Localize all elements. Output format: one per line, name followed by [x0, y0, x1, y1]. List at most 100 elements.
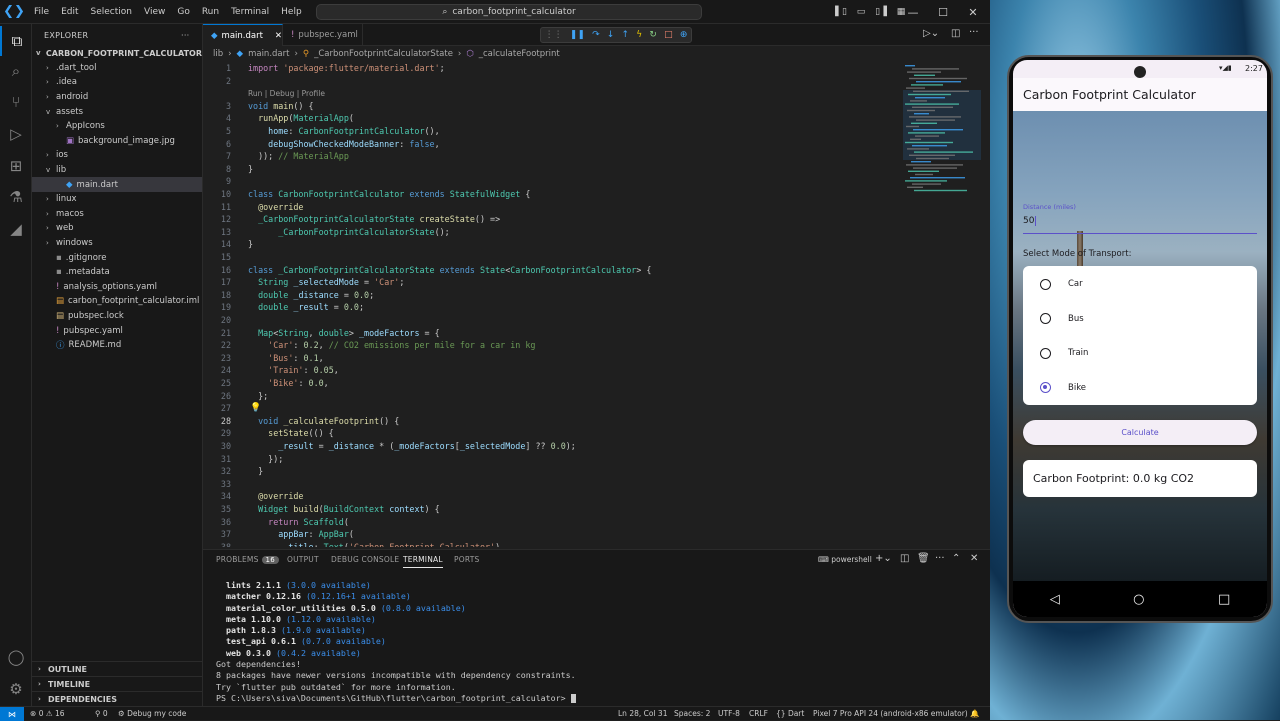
codelens-run-debug[interactable]: Run | Debug | Profile — [248, 89, 325, 98]
errors-warnings-status[interactable]: ⊗ 0 ⚠ 16 — [30, 709, 65, 718]
device-status[interactable]: Pixel 7 Pro API 24 (android-x86 emulator… — [813, 709, 968, 718]
extensions-icon[interactable]: ⊞ — [0, 151, 32, 181]
drag-handle-icon[interactable]: ⋮⋮ — [545, 30, 563, 40]
eol-status[interactable]: CRLF — [749, 709, 768, 718]
menu-file[interactable]: File — [28, 7, 55, 17]
close-tab-icon[interactable]: ✕ — [275, 31, 282, 41]
terminal-shell-selector[interactable]: ⌨ powershell — [818, 555, 872, 564]
tab-debug-console[interactable]: DEBUG CONSOLE — [331, 555, 399, 564]
step-into-icon[interactable]: ↓ — [607, 30, 615, 40]
tree-item[interactable]: v assets — [32, 104, 202, 119]
ports-status[interactable]: ⚲ 0 — [95, 709, 108, 718]
maximize-icon[interactable]: ☐ — [928, 0, 958, 24]
account-icon[interactable]: ◯ — [0, 642, 32, 672]
minimize-icon[interactable]: — — [898, 0, 928, 24]
breadcrumb-file[interactable]: main.dart — [248, 49, 289, 59]
radio-button-icon[interactable] — [1040, 278, 1051, 290]
command-center-search[interactable]: ⌕ carbon_footprint_calculator — [316, 4, 702, 20]
back-nav-icon[interactable]: ◁ — [1050, 592, 1060, 607]
radio-option-bus[interactable]: Bus — [1023, 302, 1257, 336]
explorer-root-folder[interactable]: v CARBON_FOOTPRINT_CALCULATOR — [32, 46, 202, 61]
menu-edit[interactable]: Edit — [55, 7, 84, 17]
calculate-button[interactable]: Calculate — [1023, 420, 1257, 445]
tree-item[interactable]: › .idea — [32, 75, 202, 90]
tab-output[interactable]: OUTPUT — [287, 555, 319, 564]
lightbulb-icon[interactable]: 💡 — [250, 403, 261, 413]
split-editor-icon[interactable]: ◫ — [951, 28, 960, 39]
tree-item[interactable]: ▤ carbon_footprint_calculator.iml — [32, 294, 202, 309]
menu-selection[interactable]: Selection — [85, 7, 138, 17]
tree-item[interactable]: ▪ .gitignore — [32, 250, 202, 265]
tab-ports[interactable]: PORTS — [454, 555, 479, 564]
breadcrumb-class[interactable]: _CarbonFootprintCalculatorState — [314, 49, 453, 59]
more-actions-icon[interactable]: ··· — [181, 31, 190, 40]
tab-terminal[interactable]: TERMINAL — [403, 555, 443, 568]
outline-section[interactable]: › OUTLINE — [32, 661, 203, 676]
home-nav-icon[interactable]: ○ — [1133, 592, 1144, 607]
dependencies-section[interactable]: › DEPENDENCIES — [32, 691, 203, 706]
menu-go[interactable]: Go — [171, 7, 195, 17]
close-window-icon[interactable]: ✕ — [958, 0, 988, 24]
maximize-panel-icon[interactable]: ⌃ — [952, 553, 960, 564]
radio-option-train[interactable]: Train — [1023, 336, 1257, 370]
menu-terminal[interactable]: Terminal — [225, 7, 275, 17]
minimap[interactable] — [903, 62, 983, 547]
step-out-icon[interactable]: ↑ — [622, 30, 630, 40]
recents-nav-icon[interactable]: □ — [1218, 592, 1230, 607]
tree-item[interactable]: ▤ pubspec.lock — [32, 309, 202, 324]
cursor-position[interactable]: Ln 28, Col 31 — [618, 709, 667, 718]
tree-item[interactable]: ! pubspec.yaml — [32, 323, 202, 338]
radio-button-icon[interactable] — [1040, 313, 1051, 324]
menu-view[interactable]: View — [138, 7, 171, 17]
panel-more-icon[interactable]: ··· — [935, 553, 945, 564]
hot-reload-icon[interactable]: ϟ — [636, 30, 642, 40]
explorer-icon[interactable]: ⧉ — [0, 26, 32, 56]
tree-item[interactable]: ! analysis_options.yaml — [32, 280, 202, 295]
code-editor[interactable]: 1 import 'package:flutter/material.dart';… — [203, 62, 903, 547]
step-over-icon[interactable]: ↷ — [592, 30, 600, 40]
new-terminal-icon[interactable]: +⌄ — [875, 553, 892, 564]
settings-gear-icon[interactable]: ⚙ — [0, 674, 32, 704]
distance-input[interactable]: 50 — [1023, 214, 1257, 234]
tree-item[interactable]: › .dart_tool — [32, 61, 202, 76]
close-panel-icon[interactable]: ✕ — [970, 553, 978, 564]
restart-icon[interactable]: ↻ — [649, 30, 657, 40]
split-terminal-icon[interactable]: ◫ — [900, 553, 909, 564]
tree-item[interactable]: › windows — [32, 236, 202, 251]
tree-item[interactable]: ◆ main.dart — [32, 177, 202, 192]
menu-run[interactable]: Run — [196, 7, 225, 17]
language-status[interactable]: {} Dart — [776, 709, 804, 718]
remote-icon[interactable]: ⋈ — [0, 707, 24, 721]
testing-icon[interactable]: ⚗ — [0, 182, 32, 212]
timeline-section[interactable]: › TIMELINE — [32, 676, 203, 691]
notifications-icon[interactable]: 🔔 — [970, 709, 979, 718]
pause-icon[interactable]: ❚❚ — [570, 30, 585, 40]
breadcrumb-lib[interactable]: lib — [213, 49, 223, 59]
tree-item[interactable]: ⓘ README.md — [32, 338, 202, 353]
tree-item[interactable]: › ios — [32, 148, 202, 163]
inspect-widget-icon[interactable]: ⊕ — [680, 30, 688, 40]
tree-item[interactable]: v lib — [32, 163, 202, 178]
radio-button-icon[interactable] — [1040, 347, 1051, 359]
tree-item[interactable]: › web — [32, 221, 202, 236]
tree-item[interactable]: ▣ background_image.jpg — [32, 134, 202, 149]
flutter-icon[interactable]: ◢ — [0, 214, 32, 244]
tree-item[interactable]: ▪ .metadata — [32, 265, 202, 280]
radio-option-bike[interactable]: Bike — [1023, 371, 1257, 405]
source-control-icon[interactable]: ⑂ — [0, 87, 32, 117]
tab-problems[interactable]: PROBLEMS 16 — [216, 555, 279, 564]
radio-option-car[interactable]: Car — [1023, 267, 1257, 301]
tree-item[interactable]: › android — [32, 90, 202, 105]
tree-item[interactable]: › AppIcons — [32, 119, 202, 134]
run-debug-icon[interactable]: ▷ — [0, 119, 32, 149]
editor-more-icon[interactable]: ··· — [969, 27, 979, 38]
menu-help[interactable]: Help — [275, 7, 308, 17]
run-dropdown-icon[interactable]: ▷⌄ — [923, 28, 939, 39]
indentation-status[interactable]: Spaces: 2 — [674, 709, 710, 718]
kill-terminal-icon[interactable]: 🗑 — [917, 553, 930, 564]
tree-item[interactable]: › macos — [32, 207, 202, 222]
tab-main-dart[interactable]: ◆ main.dart ✕ — [203, 24, 283, 46]
breadcrumb-method[interactable]: _calculateFootprint — [479, 49, 560, 59]
debug-status[interactable]: ⚙ Debug my code — [118, 709, 186, 718]
encoding-status[interactable]: UTF-8 — [718, 709, 740, 718]
